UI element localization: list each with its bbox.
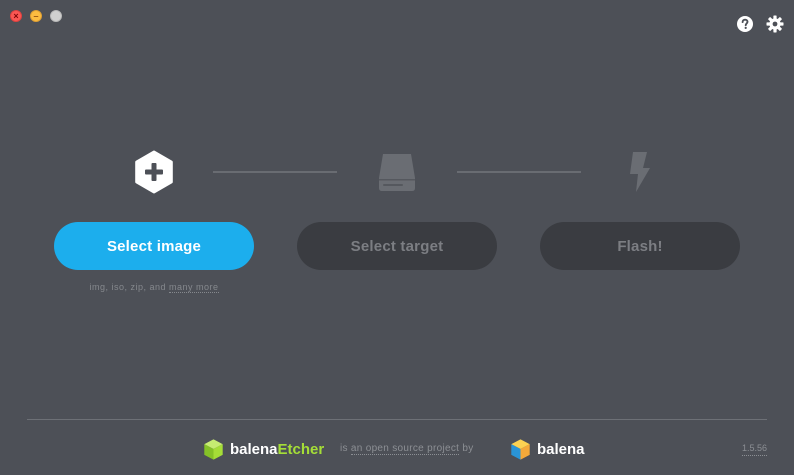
- brand-prefix: balena: [230, 441, 278, 458]
- window-controls: × –: [10, 10, 62, 22]
- settings-icon[interactable]: [766, 15, 784, 33]
- tagline: is an open source project by: [340, 443, 474, 455]
- version-label[interactable]: 1.5.56: [741, 443, 767, 456]
- supported-formats-hint: img, iso, zip, and many more: [54, 282, 254, 293]
- select-target-button: Select target: [297, 222, 497, 270]
- open-source-link[interactable]: an open source project: [350, 443, 460, 455]
- plus-hexagon-icon: [135, 150, 173, 194]
- help-icon[interactable]: [736, 15, 754, 33]
- balena-logo[interactable]: balena: [510, 438, 585, 461]
- balena-cube-icon: [510, 438, 531, 461]
- hint-text: img, iso, zip, and: [89, 282, 169, 292]
- drive-icon: [379, 154, 415, 191]
- flash-button: Flash!: [540, 222, 740, 270]
- tagline-prefix: is: [340, 443, 351, 454]
- footer-divider: [27, 419, 767, 420]
- company-name: balena: [537, 441, 585, 458]
- etcher-cube-icon: [203, 438, 224, 461]
- maximize-window-button[interactable]: [50, 10, 62, 22]
- lightning-icon: [630, 152, 650, 192]
- select-image-button[interactable]: Select image: [54, 222, 254, 270]
- footer: balenaEtcher is an open source project b…: [0, 435, 794, 465]
- balena-etcher-logo[interactable]: balenaEtcher: [203, 438, 324, 461]
- brand-suffix: Etcher: [277, 441, 325, 458]
- step-connector: [457, 171, 581, 173]
- minimize-window-button[interactable]: –: [30, 10, 42, 22]
- header-actions: [736, 15, 784, 33]
- step-connector: [213, 171, 337, 173]
- tagline-suffix: by: [459, 443, 474, 454]
- close-window-button[interactable]: ×: [10, 10, 22, 22]
- many-more-link[interactable]: many more: [169, 282, 219, 293]
